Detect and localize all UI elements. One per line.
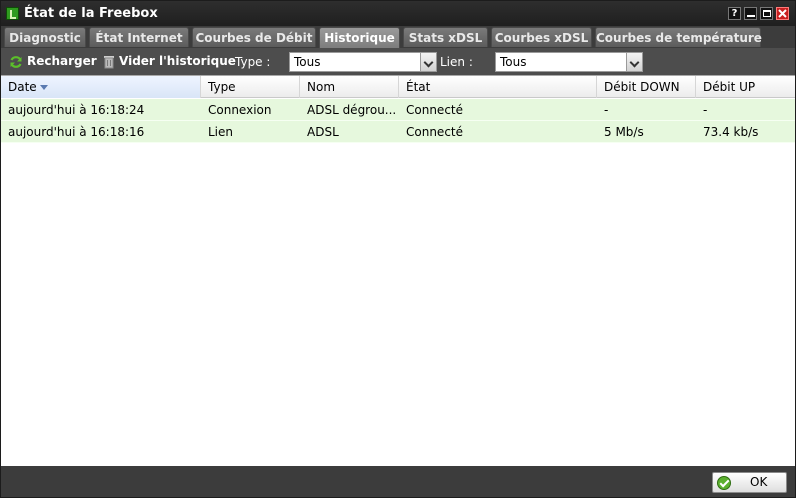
window-title: État de la Freebox — [24, 6, 158, 21]
minimize-icon — [747, 15, 755, 17]
toolbar: Recharger Vider l'historique Type : Tous… — [1, 48, 795, 75]
cell-debit-up: 73.4 kb/s — [703, 125, 759, 139]
trash-icon — [104, 55, 114, 68]
cell-debit-down: 5 Mb/s — [604, 125, 644, 139]
cell-type: Connexion — [208, 103, 272, 117]
type-filter-value: Tous — [294, 55, 321, 69]
type-filter-select[interactable]: Tous — [289, 52, 437, 72]
column-header-debit-down[interactable]: Débit DOWN — [597, 76, 696, 98]
link-filter-select[interactable]: Tous — [495, 52, 643, 72]
type-filter-label: Type : — [235, 55, 271, 69]
chevron-down-icon[interactable] — [626, 53, 642, 71]
close-icon — [778, 9, 787, 18]
column-header-etat[interactable]: État — [399, 76, 597, 98]
cell-nom: ADSL — [307, 125, 339, 139]
maximize-button[interactable] — [760, 7, 773, 20]
tab-courbes-temperature[interactable]: Courbes de température — [595, 27, 762, 47]
tab-stats-xdsl[interactable]: Stats xDSL — [403, 27, 488, 47]
link-filter-value: Tous — [500, 55, 527, 69]
column-header-nom[interactable]: Nom — [300, 76, 399, 98]
tab-etat-internet[interactable]: État Internet — [89, 27, 189, 47]
reload-button[interactable]: Recharger — [9, 53, 97, 70]
cell-debit-up: - — [703, 103, 708, 117]
cell-etat: Connecté — [406, 103, 463, 117]
table-row[interactable]: aujourd'hui à 16:18:16 Lien ADSL Connect… — [1, 121, 795, 143]
cell-etat: Connecté — [406, 125, 463, 139]
ok-label: OK — [750, 475, 768, 489]
tab-diagnostic[interactable]: Diagnostic — [4, 27, 86, 47]
chevron-down-icon[interactable] — [420, 53, 436, 71]
freebox-icon — [6, 7, 19, 20]
cell-date: aujourd'hui à 16:18:16 — [8, 125, 145, 139]
tab-courbes-debit[interactable]: Courbes de Débit — [192, 27, 316, 47]
clear-history-label: Vider l'historique — [119, 54, 236, 68]
ok-button[interactable]: OK — [712, 472, 787, 493]
column-header-type[interactable]: Type — [201, 76, 300, 98]
footer-bar: OK — [1, 466, 795, 497]
column-header-label: Date — [8, 80, 37, 94]
table-row[interactable]: aujourd'hui à 16:18:24 Connexion ADSL dé… — [1, 99, 795, 121]
link-filter-label: Lien : — [440, 55, 473, 69]
title-bar[interactable]: État de la Freebox ? — [1, 1, 795, 26]
cell-type: Lien — [208, 125, 234, 139]
tab-courbes-xdsl[interactable]: Courbes xDSL — [491, 27, 592, 47]
close-button[interactable] — [776, 7, 789, 20]
help-button[interactable]: ? — [728, 7, 741, 20]
column-header-date[interactable]: Date — [1, 76, 201, 98]
minimize-button[interactable] — [744, 7, 757, 20]
maximize-icon — [763, 10, 771, 17]
reload-label: Recharger — [27, 54, 97, 68]
sort-desc-icon — [39, 85, 48, 90]
column-header-debit-up[interactable]: Débit UP — [696, 76, 795, 98]
tab-historique[interactable]: Historique — [319, 27, 400, 48]
refresh-icon — [10, 55, 22, 68]
cell-debit-down: - — [604, 103, 609, 117]
check-icon — [717, 476, 731, 490]
freebox-status-window: État de la Freebox ? Diagnostic État Int… — [0, 0, 796, 498]
clear-history-button[interactable]: Vider l'historique — [103, 53, 236, 70]
history-table: Date Type Nom État Débit DOWN Débit UP a… — [1, 75, 795, 466]
cell-nom: ADSL dégrou... — [307, 103, 397, 117]
table-header: Date Type Nom État Débit DOWN Débit UP — [1, 76, 795, 98]
cell-date: aujourd'hui à 16:18:24 — [8, 103, 145, 117]
